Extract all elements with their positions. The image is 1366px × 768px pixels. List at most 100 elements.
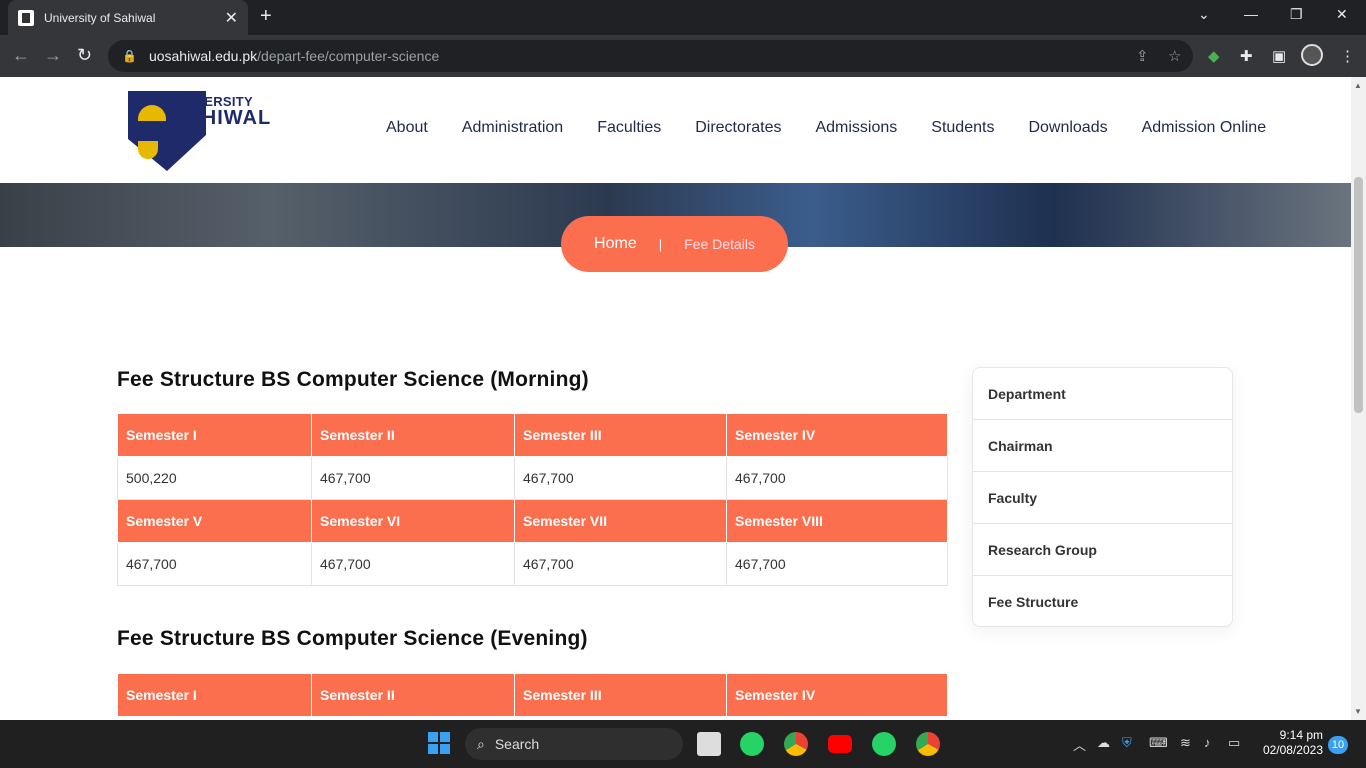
taskbar-search[interactable]: ⌕ Search — [465, 728, 683, 760]
scroll-down-icon[interactable]: ▼ — [1354, 707, 1362, 716]
lock-icon[interactable]: 🔒 — [122, 49, 137, 63]
reload-icon[interactable]: ↻ — [77, 45, 92, 66]
sidebar-item-chairman[interactable]: Chairman — [973, 420, 1232, 472]
header-cell: Semester II — [311, 413, 515, 457]
youtube-icon[interactable] — [828, 735, 852, 753]
breadcrumb: Home | Fee Details — [561, 216, 788, 272]
department-sidebar: Department Chairman Faculty Research Gro… — [972, 367, 1233, 627]
fee-cell: 467,700 — [514, 542, 727, 586]
clock-date: 02/08/2023 — [1262, 743, 1323, 757]
tray-chevron-icon[interactable]: ︿ — [1073, 735, 1086, 754]
sidebar-item-fee-structure[interactable]: Fee Structure — [973, 576, 1232, 628]
bookmark-star-icon[interactable]: ☆ — [1168, 47, 1181, 65]
header-cell: Semester V — [117, 499, 312, 543]
whatsapp-web-icon[interactable] — [872, 732, 896, 756]
chrome-active-icon[interactable] — [916, 732, 940, 756]
fee-cell: 467,700 — [514, 456, 727, 500]
whatsapp-icon[interactable] — [740, 732, 764, 756]
logo-text-line2: SAHIWAL — [172, 107, 272, 129]
header-cell: Semester II — [311, 673, 515, 717]
url-host: uosahiwal.edu.pk — [148, 48, 258, 64]
breadcrumb-home[interactable]: Home — [594, 235, 637, 253]
fee-cell: 500,220 — [117, 456, 312, 500]
site-favicon-icon — [18, 9, 34, 26]
restore-icon[interactable]: ❐ — [1290, 6, 1303, 23]
header-cell: Semester IV — [726, 673, 948, 717]
search-label: Search — [494, 736, 540, 752]
header-cell: Semester I — [117, 673, 312, 717]
defender-shield-icon[interactable]: ⛨ — [1122, 735, 1132, 751]
close-tab-icon[interactable]: ✕ — [225, 8, 238, 28]
morning-fee-title: Fee Structure BS Computer Science (Morni… — [117, 368, 589, 391]
clock-time: 9:14 pm — [1279, 728, 1323, 742]
breadcrumb-separator: | — [658, 236, 663, 252]
search-icon: ⌕ — [477, 735, 485, 752]
volume-icon[interactable]: ♪ — [1204, 735, 1211, 750]
extension-globe-icon[interactable]: ◆ — [1208, 47, 1220, 65]
table-header-row: Semester I Semester II Semester III Seme… — [117, 413, 948, 457]
wifi-icon[interactable]: ≋ — [1180, 735, 1191, 751]
table-row: 467,700 467,700 467,700 467,700 — [117, 542, 948, 586]
nav-downloads[interactable]: Downloads — [1028, 119, 1107, 137]
fee-cell: 467,700 — [311, 542, 515, 586]
menu-kebab-icon[interactable]: ⋮ — [1340, 47, 1355, 65]
side-panel-icon[interactable]: ▣ — [1272, 47, 1286, 65]
table-header-row: Semester V Semester VI Semester VII Seme… — [117, 499, 948, 543]
back-icon[interactable]: ← — [12, 45, 30, 66]
header-cell: Semester VI — [311, 499, 515, 543]
windows-taskbar: ⌕ Search ︿ ☁ ⛨ ⌨ ≋ ♪ ▭ 9:14 pm 02/08/202… — [0, 720, 1366, 768]
close-window-icon[interactable]: ✕ — [1336, 6, 1348, 23]
tab-search-icon[interactable]: ⌄ — [1198, 6, 1210, 23]
nav-directorates[interactable]: Directorates — [695, 119, 781, 137]
battery-icon[interactable]: ▭ — [1228, 735, 1240, 751]
page-scrollbar[interactable]: ▲ ▼ — [1351, 77, 1366, 720]
morning-fee-table: Semester I Semester II Semester III Seme… — [117, 413, 948, 586]
windows-start-icon[interactable] — [428, 732, 450, 754]
table-row: 500,220 467,700 467,700 467,700 — [117, 456, 948, 500]
breadcrumb-current: Fee Details — [684, 236, 755, 252]
nav-admission-online[interactable]: Admission Online — [1142, 119, 1267, 137]
fee-cell: 467,700 — [726, 456, 948, 500]
new-tab-icon[interactable]: + — [260, 5, 272, 28]
fee-cell: 467,700 — [311, 456, 515, 500]
university-logo[interactable]: UNIVERSITY OF SAHIWAL — [128, 91, 270, 173]
keyboard-icon[interactable]: ⌨ — [1149, 735, 1168, 751]
scrollbar-thumb[interactable] — [1354, 177, 1363, 413]
forward-icon[interactable]: → — [44, 45, 62, 66]
header-cell: Semester VIII — [726, 499, 948, 543]
extensions-puzzle-icon[interactable]: ✚ — [1240, 47, 1253, 65]
sidebar-item-department[interactable]: Department — [973, 368, 1232, 420]
scroll-up-icon[interactable]: ▲ — [1354, 81, 1362, 90]
table-header-row: Semester I Semester II Semester III Seme… — [117, 673, 948, 717]
minimize-icon[interactable]: — — [1244, 6, 1258, 22]
nav-students[interactable]: Students — [931, 119, 994, 137]
site-header: UNIVERSITY OF SAHIWAL About Administrati… — [0, 77, 1351, 183]
sidebar-item-faculty[interactable]: Faculty — [973, 472, 1232, 524]
profile-avatar[interactable] — [1301, 44, 1323, 66]
onedrive-cloud-icon[interactable]: ☁ — [1097, 735, 1110, 751]
evening-fee-title: Fee Structure BS Computer Science (Eveni… — [117, 627, 588, 650]
task-view-icon[interactable] — [697, 732, 721, 756]
browser-tab-bar: University of Sahiwal ✕ + ⌄ — ❐ ✕ — [0, 0, 1366, 35]
url-path: /depart-fee/computer-science — [257, 48, 440, 64]
tab-title: University of Sahiwal — [44, 10, 156, 25]
main-nav: About Administration Faculties Directora… — [386, 119, 1266, 137]
header-cell: Semester I — [117, 413, 312, 457]
sidebar-item-research-group[interactable]: Research Group — [973, 524, 1232, 576]
fee-cell: 467,700 — [726, 542, 948, 586]
nav-about[interactable]: About — [386, 119, 428, 137]
taskbar-clock[interactable]: 9:14 pm 02/08/2023 — [1258, 728, 1323, 758]
notification-badge[interactable]: 10 — [1328, 736, 1348, 754]
nav-faculties[interactable]: Faculties — [597, 119, 661, 137]
address-bar[interactable]: 🔒 uosahiwal.edu.pk /depart-fee/computer-… — [108, 40, 1193, 72]
header-cell: Semester IV — [726, 413, 948, 457]
header-cell: Semester III — [514, 673, 727, 717]
nav-administration[interactable]: Administration — [462, 119, 563, 137]
chrome-icon[interactable] — [784, 732, 808, 756]
fee-cell: 467,700 — [117, 542, 312, 586]
share-icon[interactable]: ⇪ — [1136, 47, 1149, 65]
nav-admissions[interactable]: Admissions — [815, 119, 897, 137]
browser-tab[interactable]: University of Sahiwal ✕ — [8, 0, 248, 35]
evening-fee-table: Semester I Semester II Semester III Seme… — [117, 673, 948, 717]
header-cell: Semester VII — [514, 499, 727, 543]
